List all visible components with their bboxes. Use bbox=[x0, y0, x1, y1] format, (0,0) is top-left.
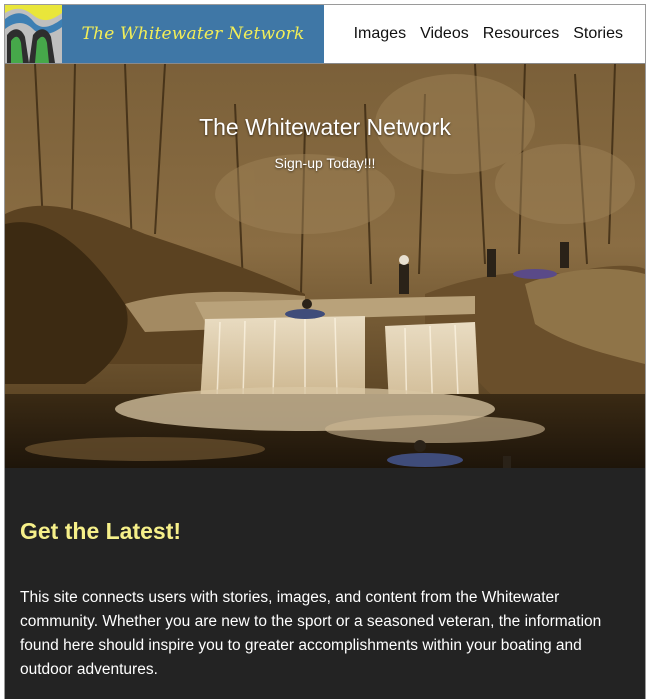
logo-banner[interactable]: The Whitewater Network bbox=[62, 5, 324, 63]
page-frame: The Whitewater Network Images Videos Res… bbox=[4, 4, 646, 699]
signup-link[interactable]: Sign-up Today!!! bbox=[5, 155, 645, 171]
content-section: Get the Latest! This site connects users… bbox=[5, 468, 645, 699]
nav-link-resources[interactable]: Resources bbox=[483, 25, 559, 43]
logo-text: The Whitewater Network bbox=[81, 24, 305, 44]
nav-link-videos[interactable]: Videos bbox=[420, 25, 469, 43]
main-nav: Images Videos Resources Stories bbox=[354, 5, 623, 63]
hero-banner: The Whitewater Network Sign-up Today!!! bbox=[5, 64, 645, 468]
intro-paragraph: This site connects users with stories, i… bbox=[20, 589, 602, 678]
hero-title: The Whitewater Network bbox=[199, 114, 451, 140]
wave-logo-icon[interactable] bbox=[5, 5, 62, 63]
nav-link-images[interactable]: Images bbox=[354, 25, 406, 43]
section-heading: Get the Latest! bbox=[20, 518, 182, 544]
nav-link-stories[interactable]: Stories bbox=[573, 25, 623, 43]
site-header: The Whitewater Network Images Videos Res… bbox=[5, 5, 645, 64]
